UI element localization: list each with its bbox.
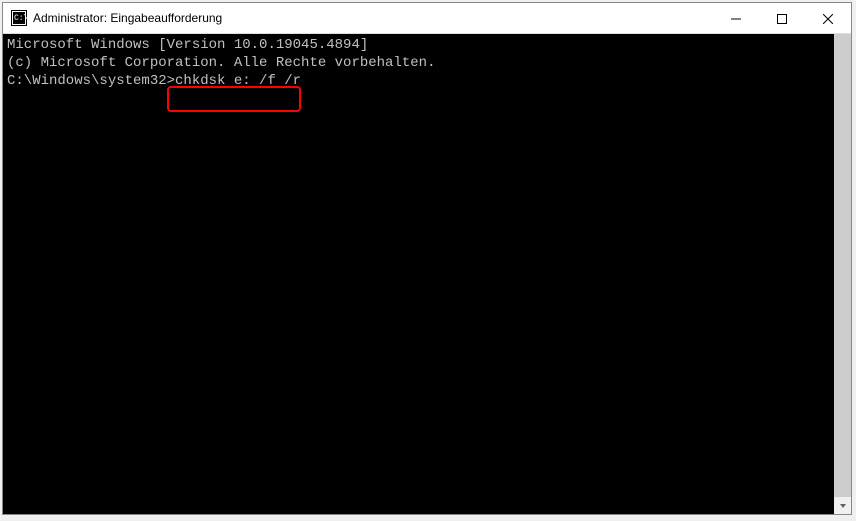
terminal-area: Microsoft Windows [Version 10.0.19045.48… <box>3 34 851 514</box>
scroll-down-arrow-icon[interactable] <box>834 497 851 514</box>
command-text: chkdsk e: /f /r <box>175 73 301 89</box>
maximize-button[interactable] <box>759 3 805 34</box>
svg-text:C:\: C:\ <box>14 14 27 23</box>
scrollbar-thumb[interactable] <box>834 34 851 514</box>
titlebar[interactable]: C:\ Administrator: Eingabeaufforderung <box>3 3 851 34</box>
terminal-content[interactable]: Microsoft Windows [Version 10.0.19045.48… <box>3 34 834 514</box>
minimize-button[interactable] <box>713 3 759 34</box>
prompt-line: C:\Windows\system32>chkdsk e: /f /r <box>7 72 301 90</box>
terminal-line: (c) Microsoft Corporation. Alle Rechte v… <box>7 54 830 72</box>
close-button[interactable] <box>805 3 851 34</box>
terminal-line: Microsoft Windows [Version 10.0.19045.48… <box>7 36 830 54</box>
command-prompt-window: C:\ Administrator: Eingabeaufforderung M… <box>2 2 852 515</box>
window-title: Administrator: Eingabeaufforderung <box>33 11 713 25</box>
vertical-scrollbar[interactable] <box>834 34 851 514</box>
prompt: C:\Windows\system32> <box>7 73 175 89</box>
window-controls <box>713 3 851 33</box>
cmd-icon: C:\ <box>11 10 27 26</box>
